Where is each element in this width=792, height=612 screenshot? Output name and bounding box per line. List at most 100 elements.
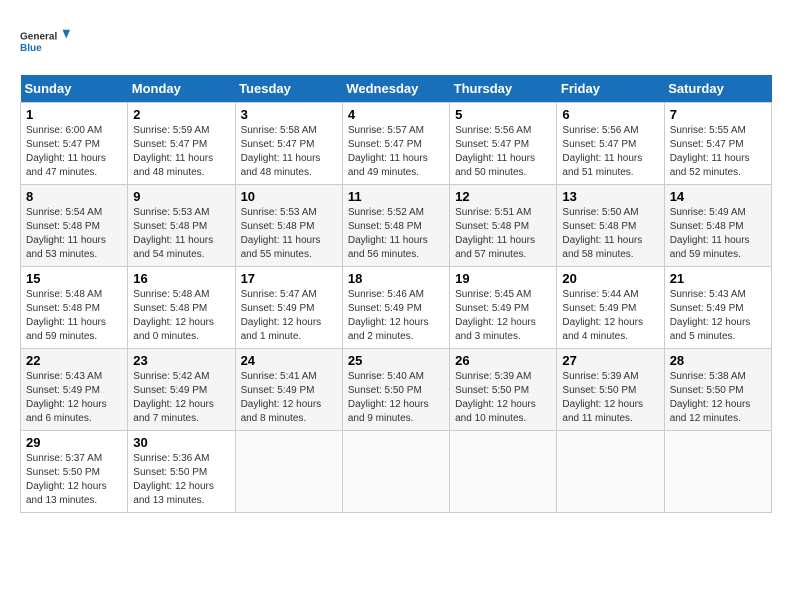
day-number: 20 (562, 271, 658, 286)
calendar-cell: 18 Sunrise: 5:46 AM Sunset: 5:49 PM Dayl… (342, 267, 449, 349)
day-number: 17 (241, 271, 337, 286)
calendar-cell: 1 Sunrise: 6:00 AM Sunset: 5:47 PM Dayli… (21, 103, 128, 185)
calendar-cell: 8 Sunrise: 5:54 AM Sunset: 5:48 PM Dayli… (21, 185, 128, 267)
day-number: 27 (562, 353, 658, 368)
calendar-week-row: 15 Sunrise: 5:48 AM Sunset: 5:48 PM Dayl… (21, 267, 772, 349)
day-info: Sunrise: 5:41 AM Sunset: 5:49 PM Dayligh… (241, 370, 337, 426)
calendar-cell: 17 Sunrise: 5:47 AM Sunset: 5:49 PM Dayl… (235, 267, 342, 349)
day-info: Sunrise: 5:53 AM Sunset: 5:48 PM Dayligh… (133, 206, 229, 262)
calendar-cell: 4 Sunrise: 5:57 AM Sunset: 5:47 PM Dayli… (342, 103, 449, 185)
calendar-cell: 14 Sunrise: 5:49 AM Sunset: 5:48 PM Dayl… (664, 185, 771, 267)
calendar-cell: 15 Sunrise: 5:48 AM Sunset: 5:48 PM Dayl… (21, 267, 128, 349)
logo-svg: General Blue (20, 20, 70, 65)
day-number: 8 (26, 189, 122, 204)
calendar-cell: 27 Sunrise: 5:39 AM Sunset: 5:50 PM Dayl… (557, 349, 664, 431)
calendar-cell (235, 431, 342, 513)
calendar-cell (557, 431, 664, 513)
calendar-cell: 16 Sunrise: 5:48 AM Sunset: 5:48 PM Dayl… (128, 267, 235, 349)
calendar-cell (342, 431, 449, 513)
weekday-header: Thursday (450, 75, 557, 103)
day-info: Sunrise: 5:43 AM Sunset: 5:49 PM Dayligh… (670, 288, 766, 344)
day-number: 16 (133, 271, 229, 286)
calendar-cell: 25 Sunrise: 5:40 AM Sunset: 5:50 PM Dayl… (342, 349, 449, 431)
day-number: 13 (562, 189, 658, 204)
day-info: Sunrise: 5:49 AM Sunset: 5:48 PM Dayligh… (670, 206, 766, 262)
day-number: 30 (133, 435, 229, 450)
weekday-header: Friday (557, 75, 664, 103)
day-number: 3 (241, 107, 337, 122)
calendar-cell: 9 Sunrise: 5:53 AM Sunset: 5:48 PM Dayli… (128, 185, 235, 267)
day-number: 14 (670, 189, 766, 204)
calendar-cell: 21 Sunrise: 5:43 AM Sunset: 5:49 PM Dayl… (664, 267, 771, 349)
logo: General Blue (20, 20, 70, 65)
day-info: Sunrise: 5:38 AM Sunset: 5:50 PM Dayligh… (670, 370, 766, 426)
calendar-cell: 6 Sunrise: 5:56 AM Sunset: 5:47 PM Dayli… (557, 103, 664, 185)
day-info: Sunrise: 5:48 AM Sunset: 5:48 PM Dayligh… (133, 288, 229, 344)
day-info: Sunrise: 5:52 AM Sunset: 5:48 PM Dayligh… (348, 206, 444, 262)
day-number: 28 (670, 353, 766, 368)
calendar-cell: 24 Sunrise: 5:41 AM Sunset: 5:49 PM Dayl… (235, 349, 342, 431)
calendar-cell: 28 Sunrise: 5:38 AM Sunset: 5:50 PM Dayl… (664, 349, 771, 431)
svg-text:General: General (20, 32, 57, 43)
calendar-cell: 10 Sunrise: 5:53 AM Sunset: 5:48 PM Dayl… (235, 185, 342, 267)
calendar-cell: 20 Sunrise: 5:44 AM Sunset: 5:49 PM Dayl… (557, 267, 664, 349)
day-info: Sunrise: 5:48 AM Sunset: 5:48 PM Dayligh… (26, 288, 122, 344)
day-info: Sunrise: 6:00 AM Sunset: 5:47 PM Dayligh… (26, 124, 122, 180)
weekday-header: Monday (128, 75, 235, 103)
calendar-cell: 5 Sunrise: 5:56 AM Sunset: 5:47 PM Dayli… (450, 103, 557, 185)
calendar-cell: 3 Sunrise: 5:58 AM Sunset: 5:47 PM Dayli… (235, 103, 342, 185)
day-number: 12 (455, 189, 551, 204)
calendar-week-row: 1 Sunrise: 6:00 AM Sunset: 5:47 PM Dayli… (21, 103, 772, 185)
day-info: Sunrise: 5:40 AM Sunset: 5:50 PM Dayligh… (348, 370, 444, 426)
calendar-cell: 30 Sunrise: 5:36 AM Sunset: 5:50 PM Dayl… (128, 431, 235, 513)
day-number: 26 (455, 353, 551, 368)
day-info: Sunrise: 5:44 AM Sunset: 5:49 PM Dayligh… (562, 288, 658, 344)
day-info: Sunrise: 5:50 AM Sunset: 5:48 PM Dayligh… (562, 206, 658, 262)
calendar-cell: 29 Sunrise: 5:37 AM Sunset: 5:50 PM Dayl… (21, 431, 128, 513)
day-number: 25 (348, 353, 444, 368)
day-info: Sunrise: 5:43 AM Sunset: 5:49 PM Dayligh… (26, 370, 122, 426)
calendar-cell (450, 431, 557, 513)
day-number: 24 (241, 353, 337, 368)
day-info: Sunrise: 5:56 AM Sunset: 5:47 PM Dayligh… (562, 124, 658, 180)
weekday-header-row: SundayMondayTuesdayWednesdayThursdayFrid… (21, 75, 772, 103)
day-number: 11 (348, 189, 444, 204)
day-info: Sunrise: 5:58 AM Sunset: 5:47 PM Dayligh… (241, 124, 337, 180)
day-info: Sunrise: 5:42 AM Sunset: 5:49 PM Dayligh… (133, 370, 229, 426)
calendar-cell: 12 Sunrise: 5:51 AM Sunset: 5:48 PM Dayl… (450, 185, 557, 267)
day-info: Sunrise: 5:56 AM Sunset: 5:47 PM Dayligh… (455, 124, 551, 180)
page-header: General Blue (20, 20, 772, 65)
day-info: Sunrise: 5:54 AM Sunset: 5:48 PM Dayligh… (26, 206, 122, 262)
calendar-cell: 7 Sunrise: 5:55 AM Sunset: 5:47 PM Dayli… (664, 103, 771, 185)
weekday-header: Sunday (21, 75, 128, 103)
day-number: 2 (133, 107, 229, 122)
day-number: 10 (241, 189, 337, 204)
weekday-header: Saturday (664, 75, 771, 103)
calendar-week-row: 8 Sunrise: 5:54 AM Sunset: 5:48 PM Dayli… (21, 185, 772, 267)
day-number: 6 (562, 107, 658, 122)
day-number: 4 (348, 107, 444, 122)
calendar-cell: 22 Sunrise: 5:43 AM Sunset: 5:49 PM Dayl… (21, 349, 128, 431)
calendar-cell: 11 Sunrise: 5:52 AM Sunset: 5:48 PM Dayl… (342, 185, 449, 267)
calendar-cell: 13 Sunrise: 5:50 AM Sunset: 5:48 PM Dayl… (557, 185, 664, 267)
day-info: Sunrise: 5:45 AM Sunset: 5:49 PM Dayligh… (455, 288, 551, 344)
svg-text:Blue: Blue (20, 43, 42, 54)
day-number: 29 (26, 435, 122, 450)
day-info: Sunrise: 5:55 AM Sunset: 5:47 PM Dayligh… (670, 124, 766, 180)
calendar-cell (664, 431, 771, 513)
day-number: 22 (26, 353, 122, 368)
weekday-header: Wednesday (342, 75, 449, 103)
calendar-week-row: 22 Sunrise: 5:43 AM Sunset: 5:49 PM Dayl… (21, 349, 772, 431)
calendar-cell: 23 Sunrise: 5:42 AM Sunset: 5:49 PM Dayl… (128, 349, 235, 431)
day-number: 21 (670, 271, 766, 286)
day-info: Sunrise: 5:53 AM Sunset: 5:48 PM Dayligh… (241, 206, 337, 262)
day-number: 15 (26, 271, 122, 286)
day-number: 19 (455, 271, 551, 286)
weekday-header: Tuesday (235, 75, 342, 103)
day-info: Sunrise: 5:37 AM Sunset: 5:50 PM Dayligh… (26, 452, 122, 508)
day-number: 7 (670, 107, 766, 122)
calendar-table: SundayMondayTuesdayWednesdayThursdayFrid… (20, 75, 772, 513)
day-info: Sunrise: 5:46 AM Sunset: 5:49 PM Dayligh… (348, 288, 444, 344)
day-info: Sunrise: 5:51 AM Sunset: 5:48 PM Dayligh… (455, 206, 551, 262)
day-info: Sunrise: 5:39 AM Sunset: 5:50 PM Dayligh… (455, 370, 551, 426)
